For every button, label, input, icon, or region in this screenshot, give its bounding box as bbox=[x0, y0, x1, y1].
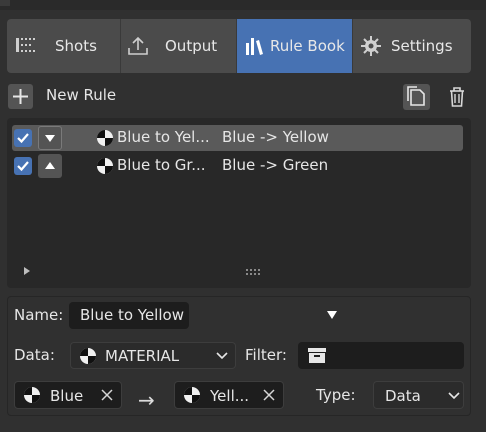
filter-label: Filter: bbox=[245, 346, 287, 364]
new-rule-label[interactable]: New Rule bbox=[46, 86, 116, 104]
top-strip bbox=[0, 0, 486, 10]
filter-field[interactable] bbox=[298, 342, 464, 369]
triangle-down-icon bbox=[45, 135, 55, 142]
archive-box-icon bbox=[308, 348, 326, 363]
books-icon bbox=[246, 38, 263, 55]
duplicate-icon bbox=[407, 86, 425, 106]
data-type-value: MATERIAL bbox=[105, 347, 180, 365]
duplicate-rule-button[interactable] bbox=[403, 84, 430, 110]
rule-name: Blue to Gr... bbox=[117, 156, 206, 174]
tab-rule-book[interactable]: Rule Book bbox=[237, 19, 353, 73]
chevron-down-icon bbox=[216, 352, 228, 360]
to-arrow: → bbox=[138, 388, 155, 412]
type-label: Type: bbox=[316, 386, 356, 404]
tab-shots[interactable]: Shots bbox=[7, 19, 121, 73]
trash-icon bbox=[450, 87, 464, 107]
tab-settings[interactable]: Settings bbox=[353, 19, 471, 73]
dropdown-triangle-icon[interactable] bbox=[326, 310, 338, 320]
plus-icon bbox=[13, 89, 28, 104]
data-label: Data: bbox=[14, 346, 55, 364]
checkmark-icon bbox=[17, 161, 29, 172]
close-icon[interactable] bbox=[263, 389, 275, 401]
material-sphere-icon bbox=[80, 348, 96, 364]
move-down-button[interactable] bbox=[38, 126, 62, 150]
chevron-down-icon bbox=[448, 392, 460, 400]
move-up-button[interactable] bbox=[38, 154, 62, 178]
delete-rule-button[interactable] bbox=[444, 84, 470, 110]
resize-grip-icon[interactable] bbox=[245, 268, 261, 276]
to-item-field[interactable]: Yell... bbox=[174, 381, 284, 409]
tab-shots-label: Shots bbox=[55, 37, 97, 55]
tab-output-label: Output bbox=[165, 37, 218, 55]
export-icon bbox=[128, 36, 148, 55]
rule-row[interactable]: Blue to Gr... Blue -> Green bbox=[12, 153, 463, 179]
rule-list[interactable]: Blue to Yel... Blue -> Yellow Blue to Gr… bbox=[7, 118, 471, 288]
type-select[interactable]: Data bbox=[373, 381, 464, 409]
name-field[interactable]: Blue to Yellow bbox=[69, 302, 189, 329]
material-sphere-icon bbox=[24, 387, 40, 403]
expand-triangle-icon[interactable] bbox=[22, 266, 32, 276]
tab-rule-book-label: Rule Book bbox=[270, 37, 345, 55]
sequence-strip-icon bbox=[16, 38, 35, 52]
data-type-select[interactable]: MATERIAL bbox=[70, 342, 236, 369]
tab-output[interactable]: Output bbox=[121, 19, 237, 73]
type-value: Data bbox=[385, 387, 421, 405]
name-field-value: Blue to Yellow bbox=[80, 306, 184, 324]
rule-name: Blue to Yel... bbox=[117, 128, 210, 146]
triangle-up-icon bbox=[45, 162, 55, 169]
to-item-value: Yell... bbox=[210, 387, 250, 405]
material-sphere-icon bbox=[97, 130, 113, 146]
add-rule-button[interactable] bbox=[8, 84, 33, 109]
gear-icon bbox=[361, 36, 381, 56]
close-icon[interactable] bbox=[101, 389, 113, 401]
material-sphere-icon bbox=[184, 387, 200, 403]
rule-row[interactable]: Blue to Yel... Blue -> Yellow bbox=[12, 125, 463, 151]
name-label: Name: bbox=[14, 306, 64, 324]
material-sphere-icon bbox=[97, 158, 113, 174]
from-item-value: Blue bbox=[50, 387, 84, 405]
rule-enabled-checkbox[interactable] bbox=[14, 157, 32, 175]
tab-settings-label: Settings bbox=[391, 37, 453, 55]
rule-description: Blue -> Yellow bbox=[222, 128, 329, 146]
rule-description: Blue -> Green bbox=[222, 156, 329, 174]
from-item-field[interactable]: Blue bbox=[14, 381, 122, 409]
rule-enabled-checkbox[interactable] bbox=[14, 129, 32, 147]
area-corner[interactable] bbox=[0, 0, 10, 6]
checkmark-icon bbox=[17, 133, 29, 144]
tab-bar: Shots Output Rule Book Settings bbox=[7, 19, 471, 73]
